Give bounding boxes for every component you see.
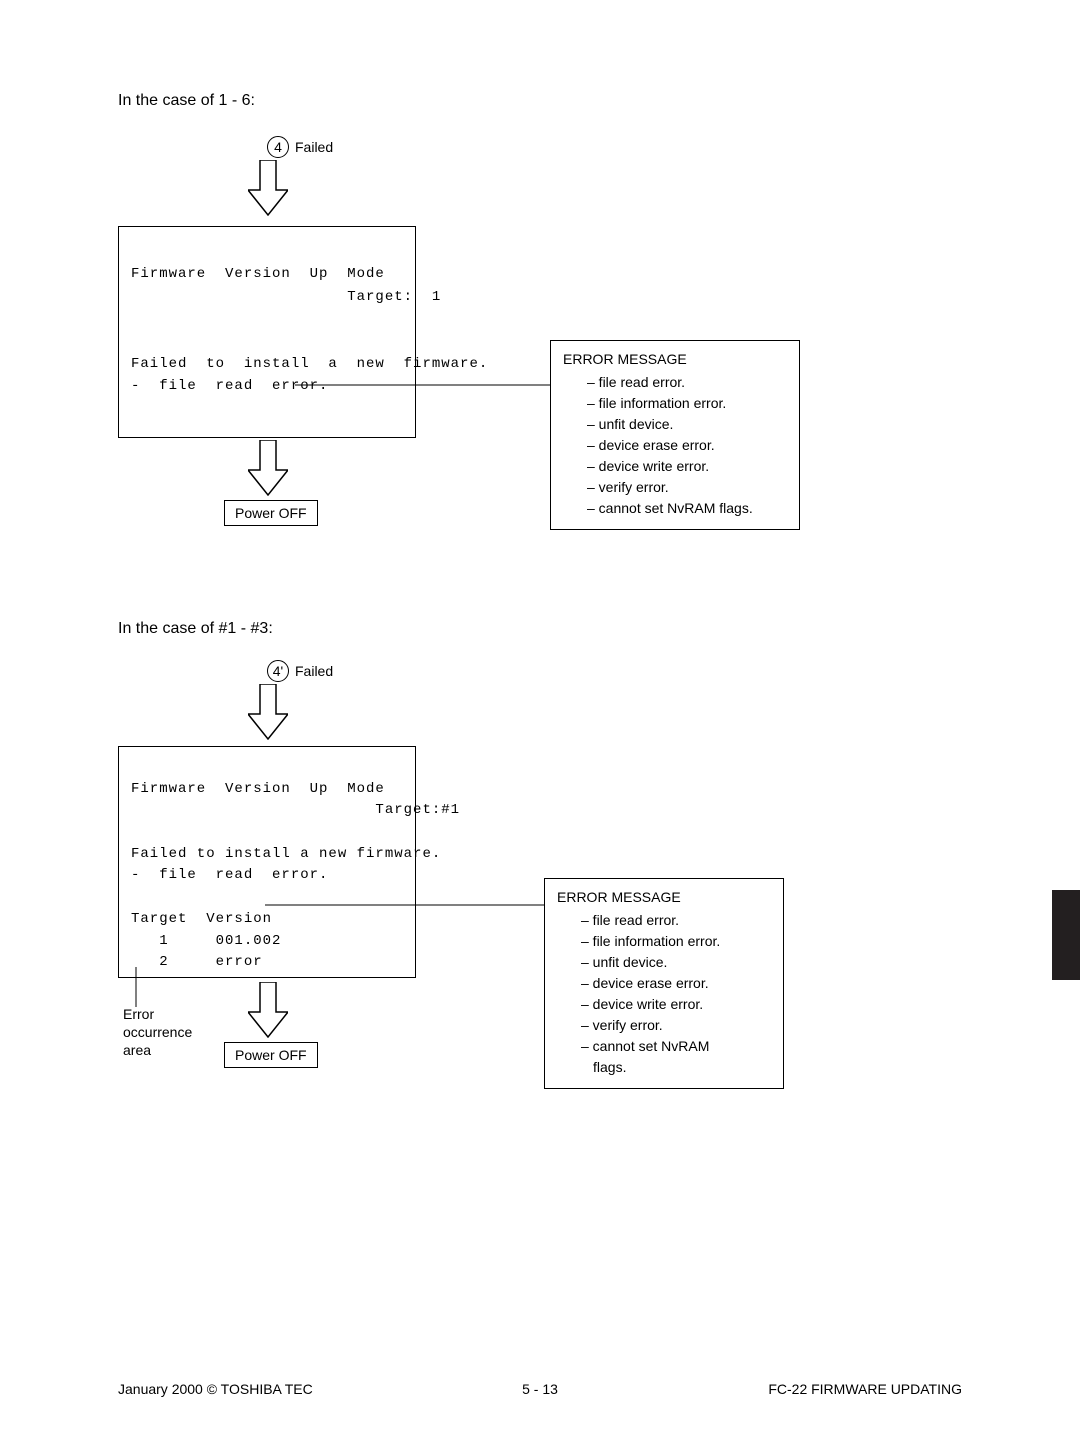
error-item: – file information error. [563,393,787,414]
step4p-failed-label: 4' Failed [267,660,333,682]
error-title: ERROR MESSAGE [557,887,771,908]
arrow-down-icon [248,982,288,1038]
screen1-line3: Failed to install a new firmware. [131,356,488,372]
screen2-line3: Failed to install a new firmware. [131,846,441,862]
section2-heading: In the case of #1 - #3: [118,620,273,638]
error-item: – verify error. [563,477,787,498]
connector-line [295,380,551,390]
arrow-down-icon [248,440,288,496]
failed-text: Failed [295,663,333,679]
power-off-box: Power OFF [224,500,318,526]
error-item: – cannot set NvRAM [557,1036,771,1057]
error-message-box-1: ERROR MESSAGE – file read error. – file … [550,340,800,530]
page: In the case of 1 - 6: 4 Failed Firmware … [0,0,1080,1439]
arrow-down-icon [248,160,288,216]
footer-right: FC-22 FIRMWARE UPDATING [768,1381,962,1397]
step4-failed-label: 4 Failed [267,136,333,158]
section-tab [1052,890,1080,980]
error-title: ERROR MESSAGE [563,349,787,370]
connector-line-vertical [131,967,141,1007]
screen2-line4: - file read error. [131,867,328,883]
error-item: – device erase error. [557,973,771,994]
step-number-circle: 4' [267,660,289,682]
error-item: – file read error. [557,910,771,931]
error-item: – unfit device. [563,414,787,435]
error-item: – device erase error. [563,435,787,456]
error-item: – file information error. [557,931,771,952]
power-off-box: Power OFF [224,1042,318,1068]
firmware-screen-2: Firmware Version Up Mode Target:#1 Faile… [118,746,416,978]
error-item: – file read error. [563,372,787,393]
error-occurrence-note: Error occurrence area [123,1005,192,1060]
section1-heading: In the case of 1 - 6: [118,92,255,110]
failed-text: Failed [295,139,333,155]
screen2-line7: 2 error [131,954,263,970]
screen2-line2: Target:#1 [131,802,460,818]
firmware-screen-1: Firmware Version Up Mode Target: 1 Faile… [118,226,416,438]
screen2-line5: Target Version [131,911,272,927]
connector-line [265,900,545,910]
screen2-line6: 1 001.002 [131,933,281,949]
step-number-circle: 4 [267,136,289,158]
screen2-line1: Firmware Version Up Mode [131,781,385,797]
error-item: – unfit device. [557,952,771,973]
error-message-box-2: ERROR MESSAGE – file read error. – file … [544,878,784,1089]
error-item: – cannot set NvRAM flags. [563,498,787,519]
error-item: flags. [557,1057,771,1078]
error-item: – device write error. [557,994,771,1015]
screen1-line1: Firmware Version Up Mode [131,266,385,282]
error-item: – device write error. [563,456,787,477]
screen1-line2: Target: 1 [131,289,441,305]
error-item: – verify error. [557,1015,771,1036]
arrow-down-icon [248,684,288,740]
